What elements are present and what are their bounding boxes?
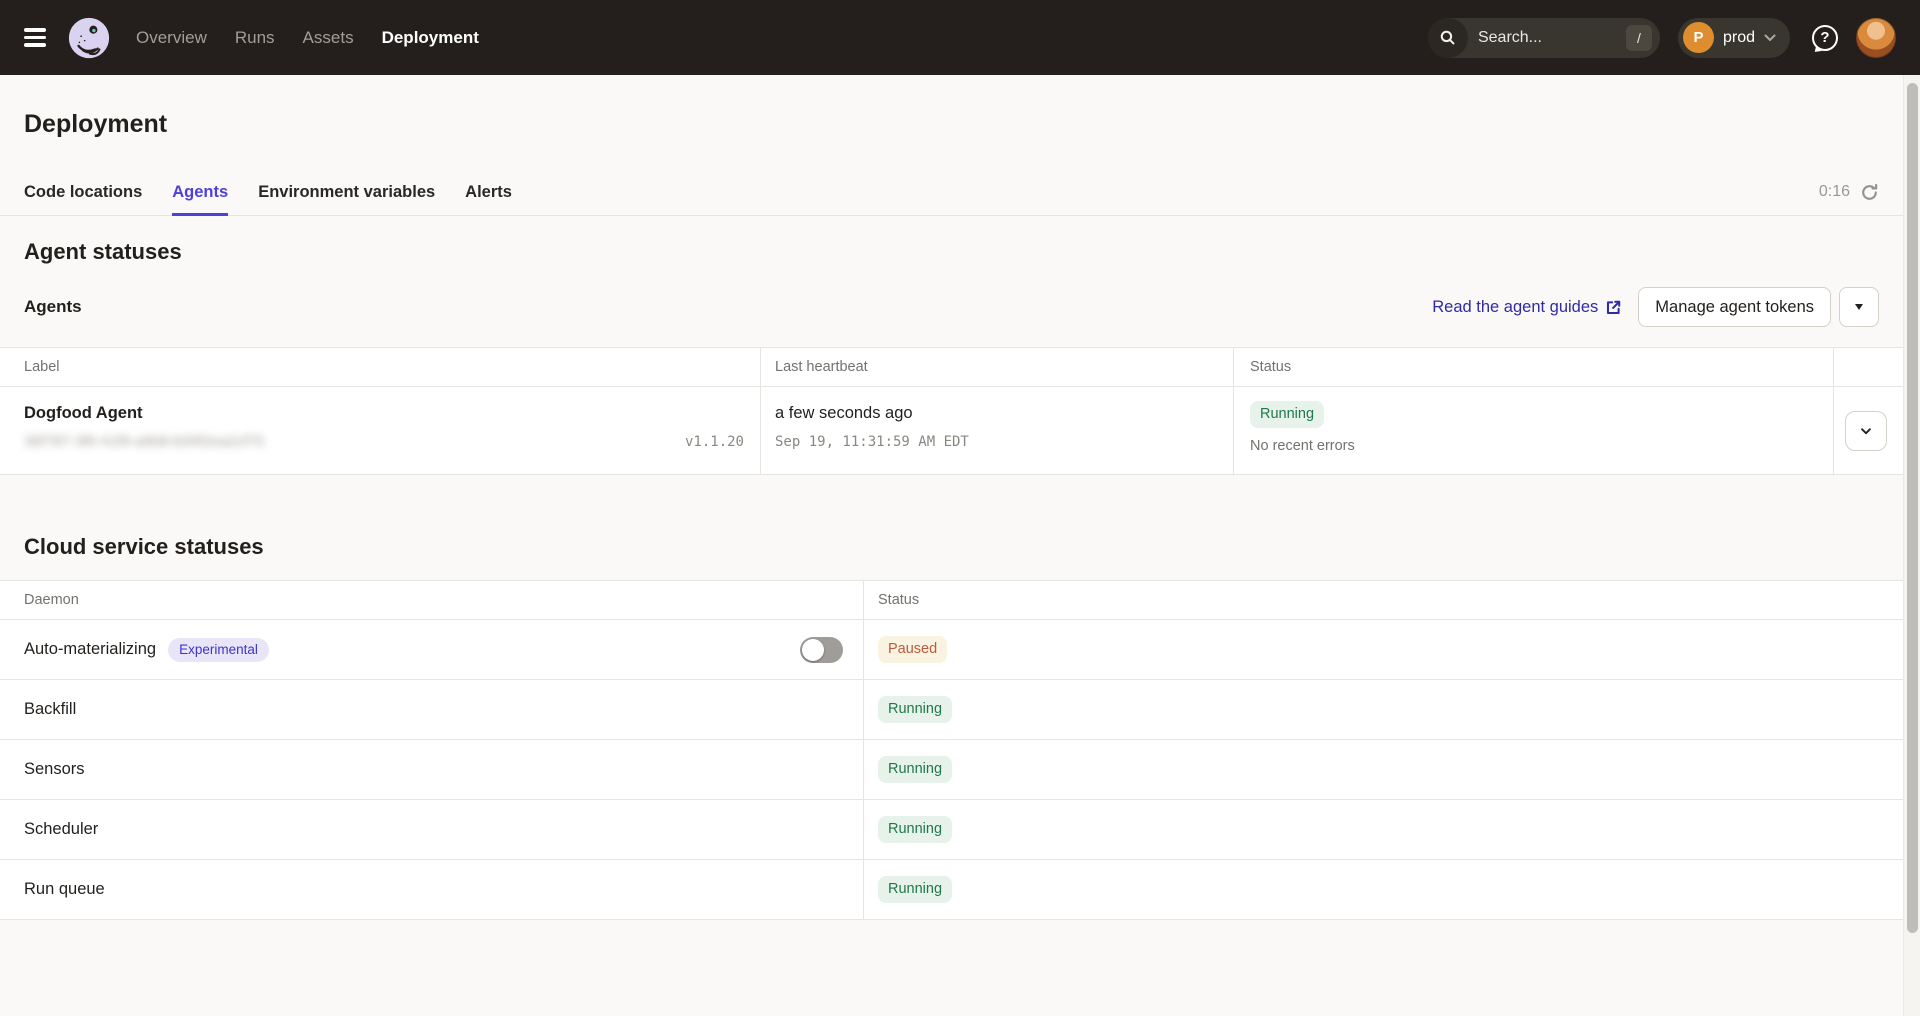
agent-status-note: No recent errors (1250, 438, 1355, 454)
heartbeat-relative: a few seconds ago (775, 401, 1233, 425)
nav-item-assets[interactable]: Assets (303, 28, 354, 48)
manage-agent-tokens-button[interactable]: Manage agent tokens (1638, 287, 1831, 327)
caret-down-icon (1855, 304, 1863, 310)
agent-heartbeat-cell: a few seconds ago Sep 19, 11:31:59 AM ED… (760, 387, 1233, 474)
heartbeat-timestamp: Sep 19, 11:31:59 AM EDT (775, 434, 1233, 450)
cloud-services-table: Daemon Status Auto-materializing Experim… (0, 580, 1903, 920)
tab-environment-variables[interactable]: Environment variables (258, 169, 435, 215)
search-shortcut-badge: / (1626, 25, 1652, 51)
daemon-cell: Sensors (0, 740, 863, 799)
daemon-name: Sensors (24, 760, 85, 779)
daemon-row-auto-materializing: Auto-materializing Experimental Paused (0, 619, 1903, 679)
cloud-service-statuses-heading: Cloud service statuses (0, 533, 1903, 560)
column-header-status: Status (863, 581, 1903, 619)
column-header-last-heartbeat: Last heartbeat (760, 348, 1233, 386)
refresh-timer-group: 0:16 (1819, 169, 1879, 215)
daemon-status-cell: Running (863, 680, 1903, 739)
agents-table-header: Label Last heartbeat Status (0, 348, 1903, 386)
top-nav: Overview Runs Assets Deployment Search..… (0, 0, 1920, 75)
agent-guides-link-label: Read the agent guides (1432, 298, 1598, 317)
search-icon (1428, 18, 1468, 58)
nav-item-overview[interactable]: Overview (136, 28, 207, 48)
daemon-status-cell: Paused (863, 620, 1903, 679)
daemon-name: Scheduler (24, 820, 98, 839)
help-icon[interactable]: ? (1812, 25, 1838, 51)
page-title: Deployment (0, 109, 1903, 139)
daemon-status-cell: Running (863, 800, 1903, 859)
agent-statuses-heading: Agent statuses (0, 238, 1903, 265)
tabs: Code locations Agents Environment variab… (24, 169, 512, 215)
cloud-table-header: Daemon Status (0, 581, 1903, 619)
agent-status-cell: Running No recent errors (1233, 387, 1833, 474)
org-name: prod (1723, 29, 1755, 47)
agent-row: Dogfood Agent 36f787-3f6-41f9-a9b8-b09f2… (0, 386, 1903, 474)
toggle-knob (802, 639, 824, 661)
agents-controls-row: Agents Read the agent guides Manage agen… (0, 287, 1903, 327)
agent-label-cell: Dogfood Agent 36f787-3f6-41f9-a9b8-b09f2… (0, 387, 760, 474)
search-input[interactable]: Search... / (1428, 18, 1660, 58)
user-avatar[interactable] (1856, 18, 1896, 58)
daemon-row-backfill: Backfill Running (0, 679, 1903, 739)
nav-right-group: Search... / P prod ? (1428, 18, 1896, 58)
daemon-cell: Scheduler (0, 800, 863, 859)
agent-expand-button[interactable] (1845, 411, 1887, 451)
daemon-row-scheduler: Scheduler Running (0, 799, 1903, 859)
agent-name: Dogfood Agent (24, 401, 760, 425)
status-badge-running: Running (878, 756, 952, 783)
agent-version: v1.1.20 (685, 434, 744, 450)
status-badge-running: Running (878, 876, 952, 903)
page-header: Deployment Code locations Agents Environ… (0, 75, 1903, 216)
experimental-badge: Experimental (168, 638, 269, 662)
nav-links: Overview Runs Assets Deployment (136, 28, 479, 48)
deployment-switcher[interactable]: P prod (1678, 18, 1790, 58)
nav-item-runs[interactable]: Runs (235, 28, 275, 48)
status-badge-running: Running (878, 696, 952, 723)
org-avatar: P (1683, 22, 1714, 53)
external-link-icon (1605, 299, 1622, 316)
agent-id-redacted: 36f787-3f6-41f9-a9b8-b09f2ea2cf75 (24, 433, 264, 450)
agent-status-badge: Running (1250, 401, 1324, 428)
agents-subheading: Agents (24, 297, 82, 317)
daemon-status-cell: Running (863, 740, 1903, 799)
nav-item-deployment[interactable]: Deployment (382, 28, 479, 48)
main-content: Deployment Code locations Agents Environ… (0, 75, 1903, 920)
scrollbar-thumb[interactable] (1907, 83, 1918, 933)
vertical-scrollbar[interactable] (1903, 75, 1920, 1016)
search-placeholder: Search... (1478, 29, 1626, 47)
chevron-down-icon (1859, 424, 1873, 438)
tabs-row: Code locations Agents Environment variab… (0, 169, 1903, 215)
status-badge-running: Running (878, 816, 952, 843)
agents-table: Label Last heartbeat Status Dogfood Agen… (0, 347, 1903, 475)
refresh-icon[interactable] (1860, 183, 1879, 202)
daemon-cell: Run queue (0, 860, 863, 919)
daemon-name: Auto-materializing (24, 640, 156, 659)
agent-guides-link[interactable]: Read the agent guides (1432, 298, 1622, 317)
column-header-label: Label (0, 348, 760, 386)
auto-materializing-toggle[interactable] (800, 637, 843, 663)
agents-controls: Read the agent guides Manage agent token… (1432, 287, 1879, 327)
dagster-logo-icon[interactable] (68, 17, 110, 59)
chevron-down-icon (1764, 34, 1776, 42)
daemon-cell: Auto-materializing Experimental (0, 620, 863, 679)
tab-agents[interactable]: Agents (172, 169, 228, 215)
column-header-status: Status (1233, 348, 1833, 386)
column-header-daemon: Daemon (0, 581, 863, 619)
daemon-row-run-queue: Run queue Running (0, 859, 1903, 919)
hamburger-menu-icon[interactable] (24, 28, 46, 47)
status-badge-paused: Paused (878, 636, 947, 663)
refresh-timer: 0:16 (1819, 183, 1850, 201)
tab-code-locations[interactable]: Code locations (24, 169, 142, 215)
daemon-name: Backfill (24, 700, 76, 719)
agent-tokens-dropdown-button[interactable] (1839, 287, 1879, 327)
agent-actions-cell (1833, 387, 1903, 474)
column-header-actions (1833, 348, 1903, 386)
daemon-name: Run queue (24, 880, 105, 899)
daemon-status-cell: Running (863, 860, 1903, 919)
daemon-row-sensors: Sensors Running (0, 739, 1903, 799)
daemon-cell: Backfill (0, 680, 863, 739)
tab-alerts[interactable]: Alerts (465, 169, 512, 215)
